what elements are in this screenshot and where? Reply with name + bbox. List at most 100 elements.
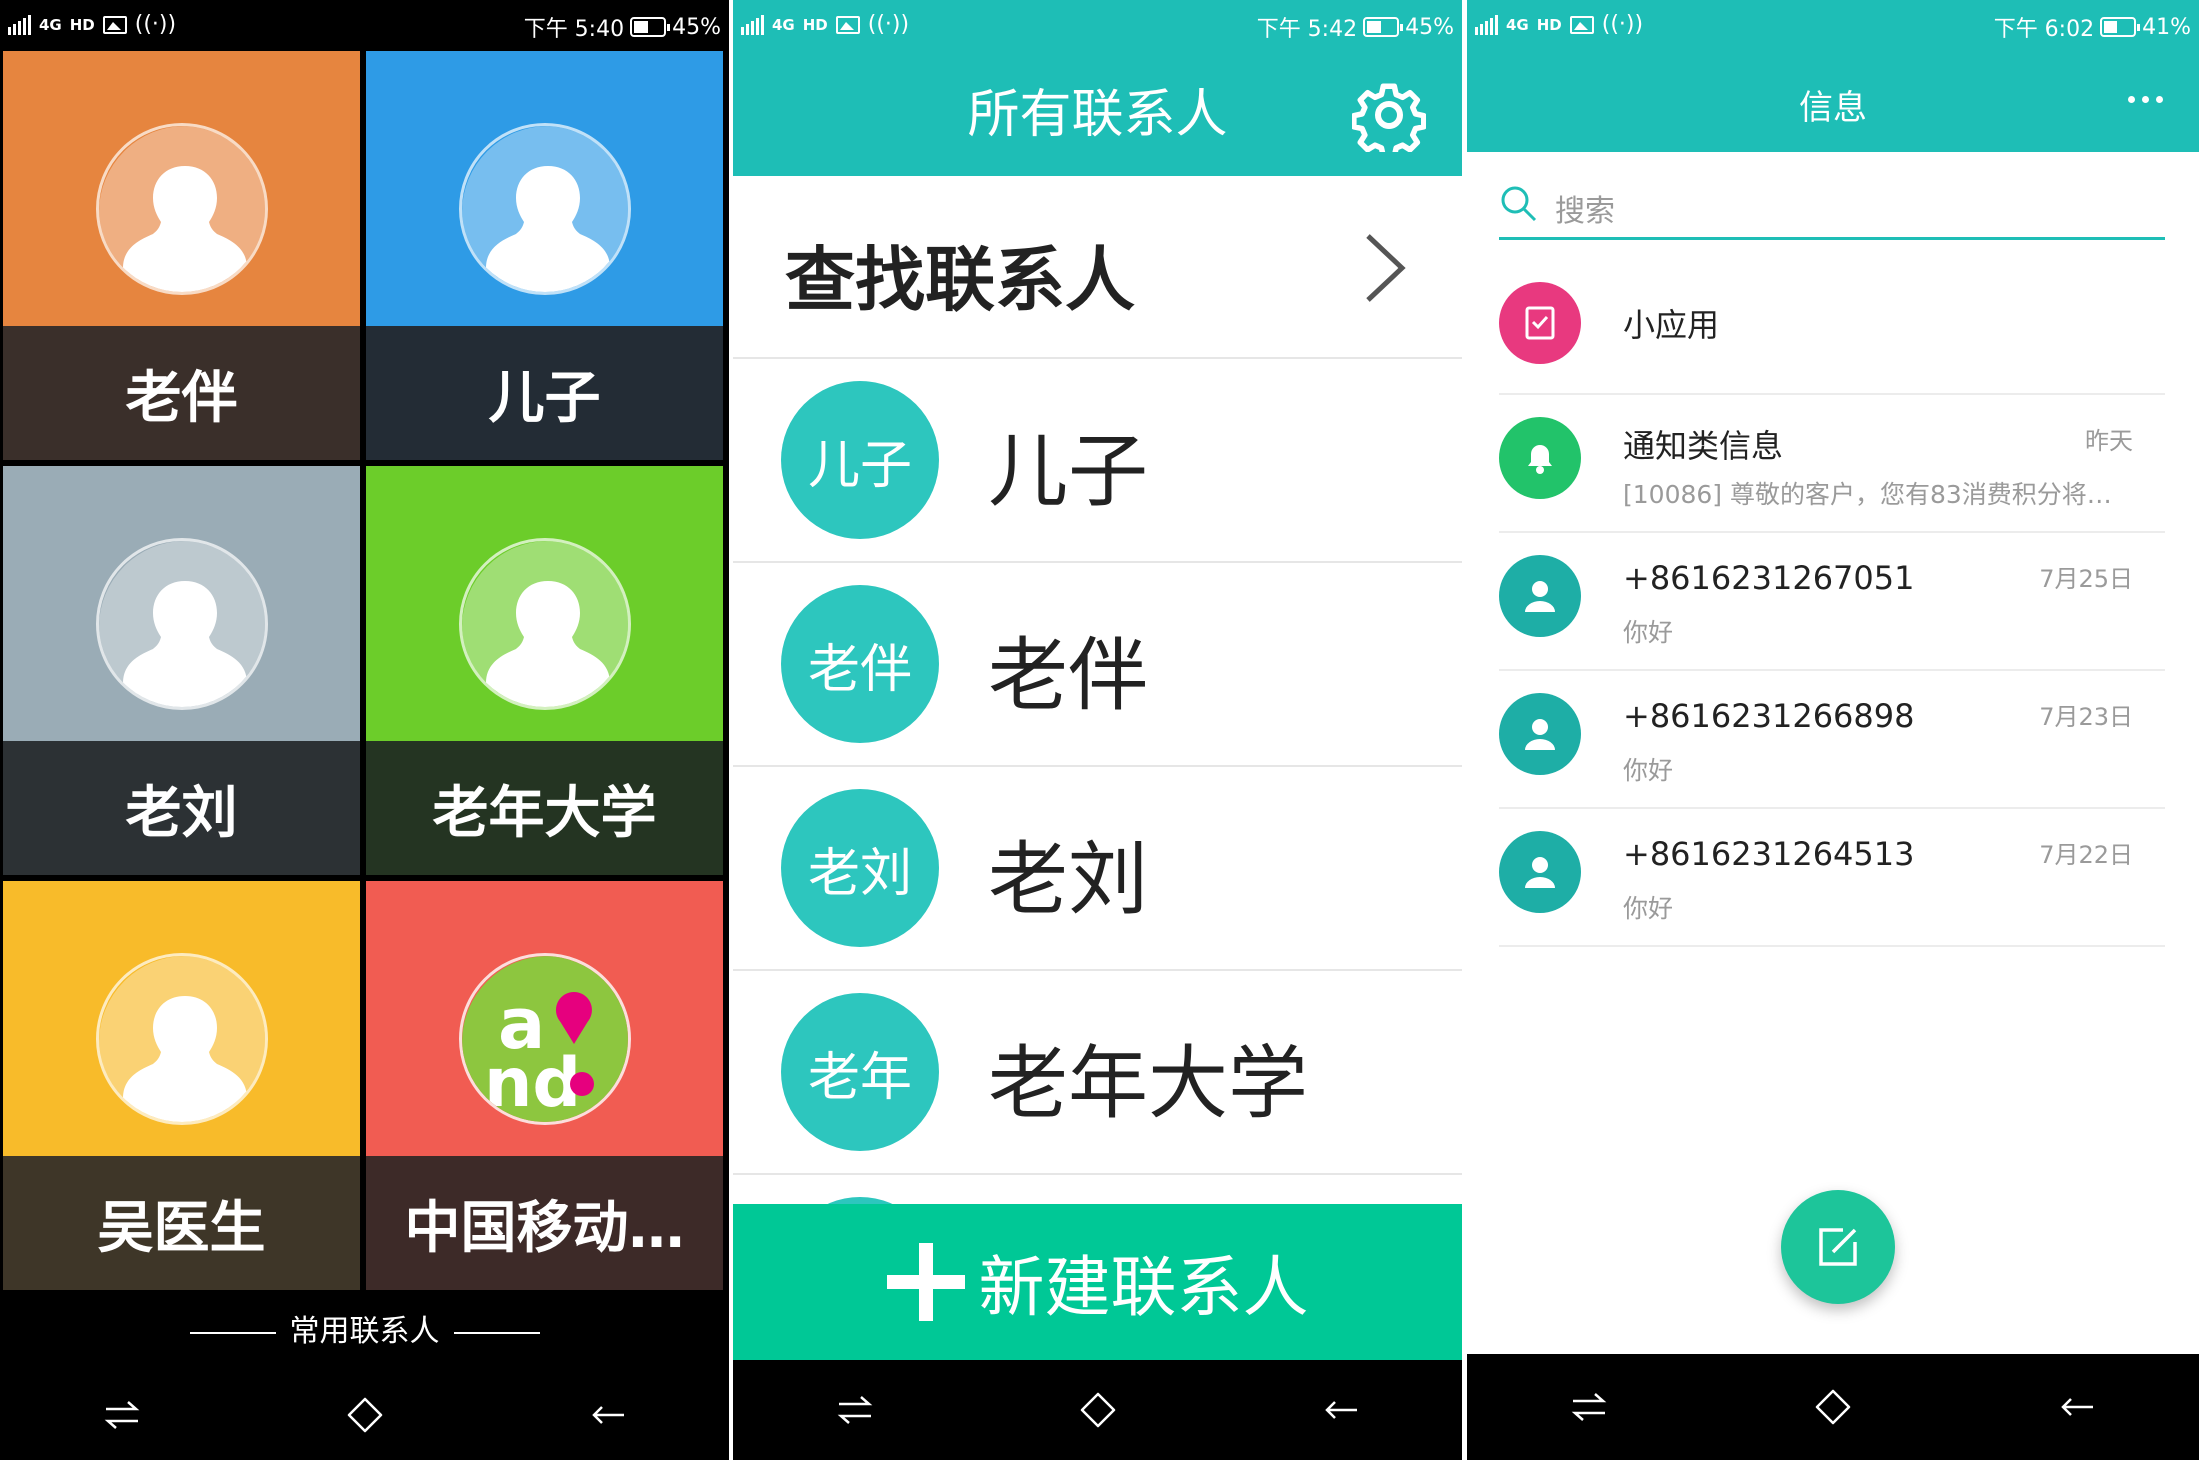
more-options-icon[interactable] xyxy=(2128,96,2163,103)
find-contact-row[interactable]: 查找联系人 xyxy=(733,176,1462,359)
contact-name: 老伴 xyxy=(988,629,1148,722)
tile-name: 中国移动… xyxy=(366,1156,723,1290)
hotspot-icon: ((·)) xyxy=(134,12,177,37)
image-notification-icon xyxy=(102,15,127,34)
avatar-placeholder-icon xyxy=(95,538,268,710)
contact-row[interactable]: 老刘 老刘 xyxy=(733,767,1462,971)
message-thread-row[interactable]: +8616231267051 你好 7月25日 xyxy=(1499,533,2165,671)
favorite-tile[interactable]: a nd 中国移动… xyxy=(366,881,723,1290)
person-icon xyxy=(1499,831,1581,913)
search-field[interactable]: 搜索 xyxy=(1499,176,2165,240)
hotspot-icon: ((·)) xyxy=(1601,12,1644,37)
switch-icon[interactable] xyxy=(1564,1382,1614,1432)
back-icon[interactable] xyxy=(1316,1385,1366,1435)
contact-badge: 老刘 xyxy=(781,789,939,947)
battery-percent: 45% xyxy=(672,14,721,40)
tile-name: 老刘 xyxy=(3,741,360,875)
network-type: 4G xyxy=(39,15,62,34)
thread-date: 昨天 xyxy=(2085,427,2133,455)
bell-icon xyxy=(1499,417,1581,499)
contact-name: 老年大学 xyxy=(988,1037,1308,1130)
search-icon xyxy=(1501,186,1537,222)
nav-bar xyxy=(0,1370,729,1460)
page-title: 信息 xyxy=(1799,88,1867,128)
battery-icon xyxy=(1363,17,1404,37)
compose-icon xyxy=(1819,1228,1857,1266)
and-logo-icon: a nd xyxy=(458,953,631,1125)
tile-name: 吴医生 xyxy=(3,1156,360,1290)
battery-percent: 45% xyxy=(1405,14,1454,40)
home-icon[interactable] xyxy=(340,1390,390,1440)
clock: 下午 5:42 xyxy=(1256,17,1358,42)
favorite-tile[interactable]: 儿子 xyxy=(366,51,723,460)
signal-icon xyxy=(1475,14,1498,35)
thread-title: +8616231264513 xyxy=(1623,835,1915,873)
switch-icon[interactable] xyxy=(97,1390,147,1440)
battery-icon xyxy=(630,17,671,37)
hd-indicator: HD xyxy=(69,15,95,34)
tile-photo-area xyxy=(366,466,723,741)
avatar-placeholder-icon xyxy=(458,538,631,710)
phone-contacts-screen: 4G HD ((·)) 下午 5:42 45% 所有联系人 查找联系人 儿子 儿子… xyxy=(733,0,1462,1460)
signal-icon xyxy=(8,14,31,35)
thread-preview: 你好 xyxy=(1623,894,1674,923)
status-bar: 4G HD ((·)) 下午 5:42 45% xyxy=(733,0,1462,50)
message-thread-row[interactable]: 通知类信息 [10086] 尊敬的客户，您有83消费积分将… 昨天 xyxy=(1499,395,2165,533)
tile-photo-area xyxy=(3,881,360,1156)
app-icon xyxy=(1499,282,1581,364)
favorite-tile[interactable]: 老年大学 xyxy=(366,466,723,875)
contact-badge: 老年 xyxy=(781,993,939,1151)
back-icon[interactable] xyxy=(2052,1382,2102,1432)
thread-date: 7月25日 xyxy=(2039,565,2133,593)
switch-icon[interactable] xyxy=(830,1385,880,1435)
signal-icon xyxy=(741,14,764,35)
phone-favorites-screen: 4G HD ((·)) 下午 5:40 45% 老伴 儿子 老刘 老年大学 吴医生 a nd… xyxy=(0,0,729,1460)
favorite-tile[interactable]: 吴医生 xyxy=(3,881,360,1290)
status-bar: 4G HD ((·)) 下午 6:02 41% xyxy=(1467,0,2199,50)
hd-indicator: HD xyxy=(802,15,828,34)
contact-badge: 老伴 xyxy=(781,585,939,743)
message-thread-row[interactable]: +8616231264513 你好 7月22日 xyxy=(1499,809,2165,947)
favorite-tile[interactable]: 老伴 xyxy=(3,51,360,460)
tile-name: 老年大学 xyxy=(366,741,723,875)
mini-apps-row[interactable]: 小应用 xyxy=(1499,260,2165,395)
network-type: 4G xyxy=(1506,15,1529,34)
hotspot-icon: ((·)) xyxy=(867,12,910,37)
avatar-placeholder-icon xyxy=(95,953,268,1125)
compose-button[interactable] xyxy=(1781,1190,1895,1304)
contact-name: 老刘 xyxy=(988,833,1148,926)
contact-badge: 儿子 xyxy=(781,381,939,539)
find-contact-label: 查找联系人 xyxy=(785,239,1135,321)
tile-photo-area xyxy=(3,466,360,741)
tile-name: 儿子 xyxy=(366,326,723,460)
tile-photo-area: a nd xyxy=(366,881,723,1156)
favorite-tile[interactable]: 老刘 xyxy=(3,466,360,875)
thread-title: +8616231266898 xyxy=(1623,697,1915,735)
battery-icon xyxy=(2100,17,2141,37)
avatar-placeholder-icon xyxy=(458,123,631,295)
new-contact-button[interactable]: 新建联系人 xyxy=(733,1204,1462,1360)
thread-preview: 你好 xyxy=(1623,618,1674,647)
thread-title: 通知类信息 xyxy=(1623,427,1784,465)
home-icon[interactable] xyxy=(1073,1385,1123,1435)
contact-row[interactable]: 老年 老年大学 xyxy=(733,971,1462,1175)
clock: 下午 6:02 xyxy=(1993,17,2095,42)
status-bar: 4G HD ((·)) 下午 5:40 45% xyxy=(0,0,729,50)
tile-photo-area xyxy=(3,51,360,326)
nav-bar xyxy=(1467,1354,2199,1460)
search-placeholder: 搜索 xyxy=(1555,194,1615,229)
person-icon xyxy=(1499,555,1581,637)
battery-percent: 41% xyxy=(2142,14,2191,40)
home-icon[interactable] xyxy=(1808,1382,1858,1432)
contact-row[interactable]: 儿子 儿子 xyxy=(733,359,1462,563)
new-contact-label: 新建联系人 xyxy=(978,1249,1309,1326)
favorites-caption: 常用联系人 xyxy=(0,1306,729,1350)
contact-row[interactable]: 老伴 老伴 xyxy=(733,563,1462,767)
thread-title: 小应用 xyxy=(1623,306,1720,344)
gear-icon[interactable] xyxy=(1351,78,1427,159)
message-thread-row[interactable]: +8616231266898 你好 7月23日 xyxy=(1499,671,2165,809)
phone-messages-screen: 4G HD ((·)) 下午 6:02 41% 信息 搜索 小应用通知类信息 [1… xyxy=(1467,0,2199,1460)
thread-preview: [10086] 尊敬的客户，您有83消费积分将… xyxy=(1623,480,2112,509)
image-notification-icon xyxy=(1569,15,1594,34)
back-icon[interactable] xyxy=(583,1390,633,1440)
